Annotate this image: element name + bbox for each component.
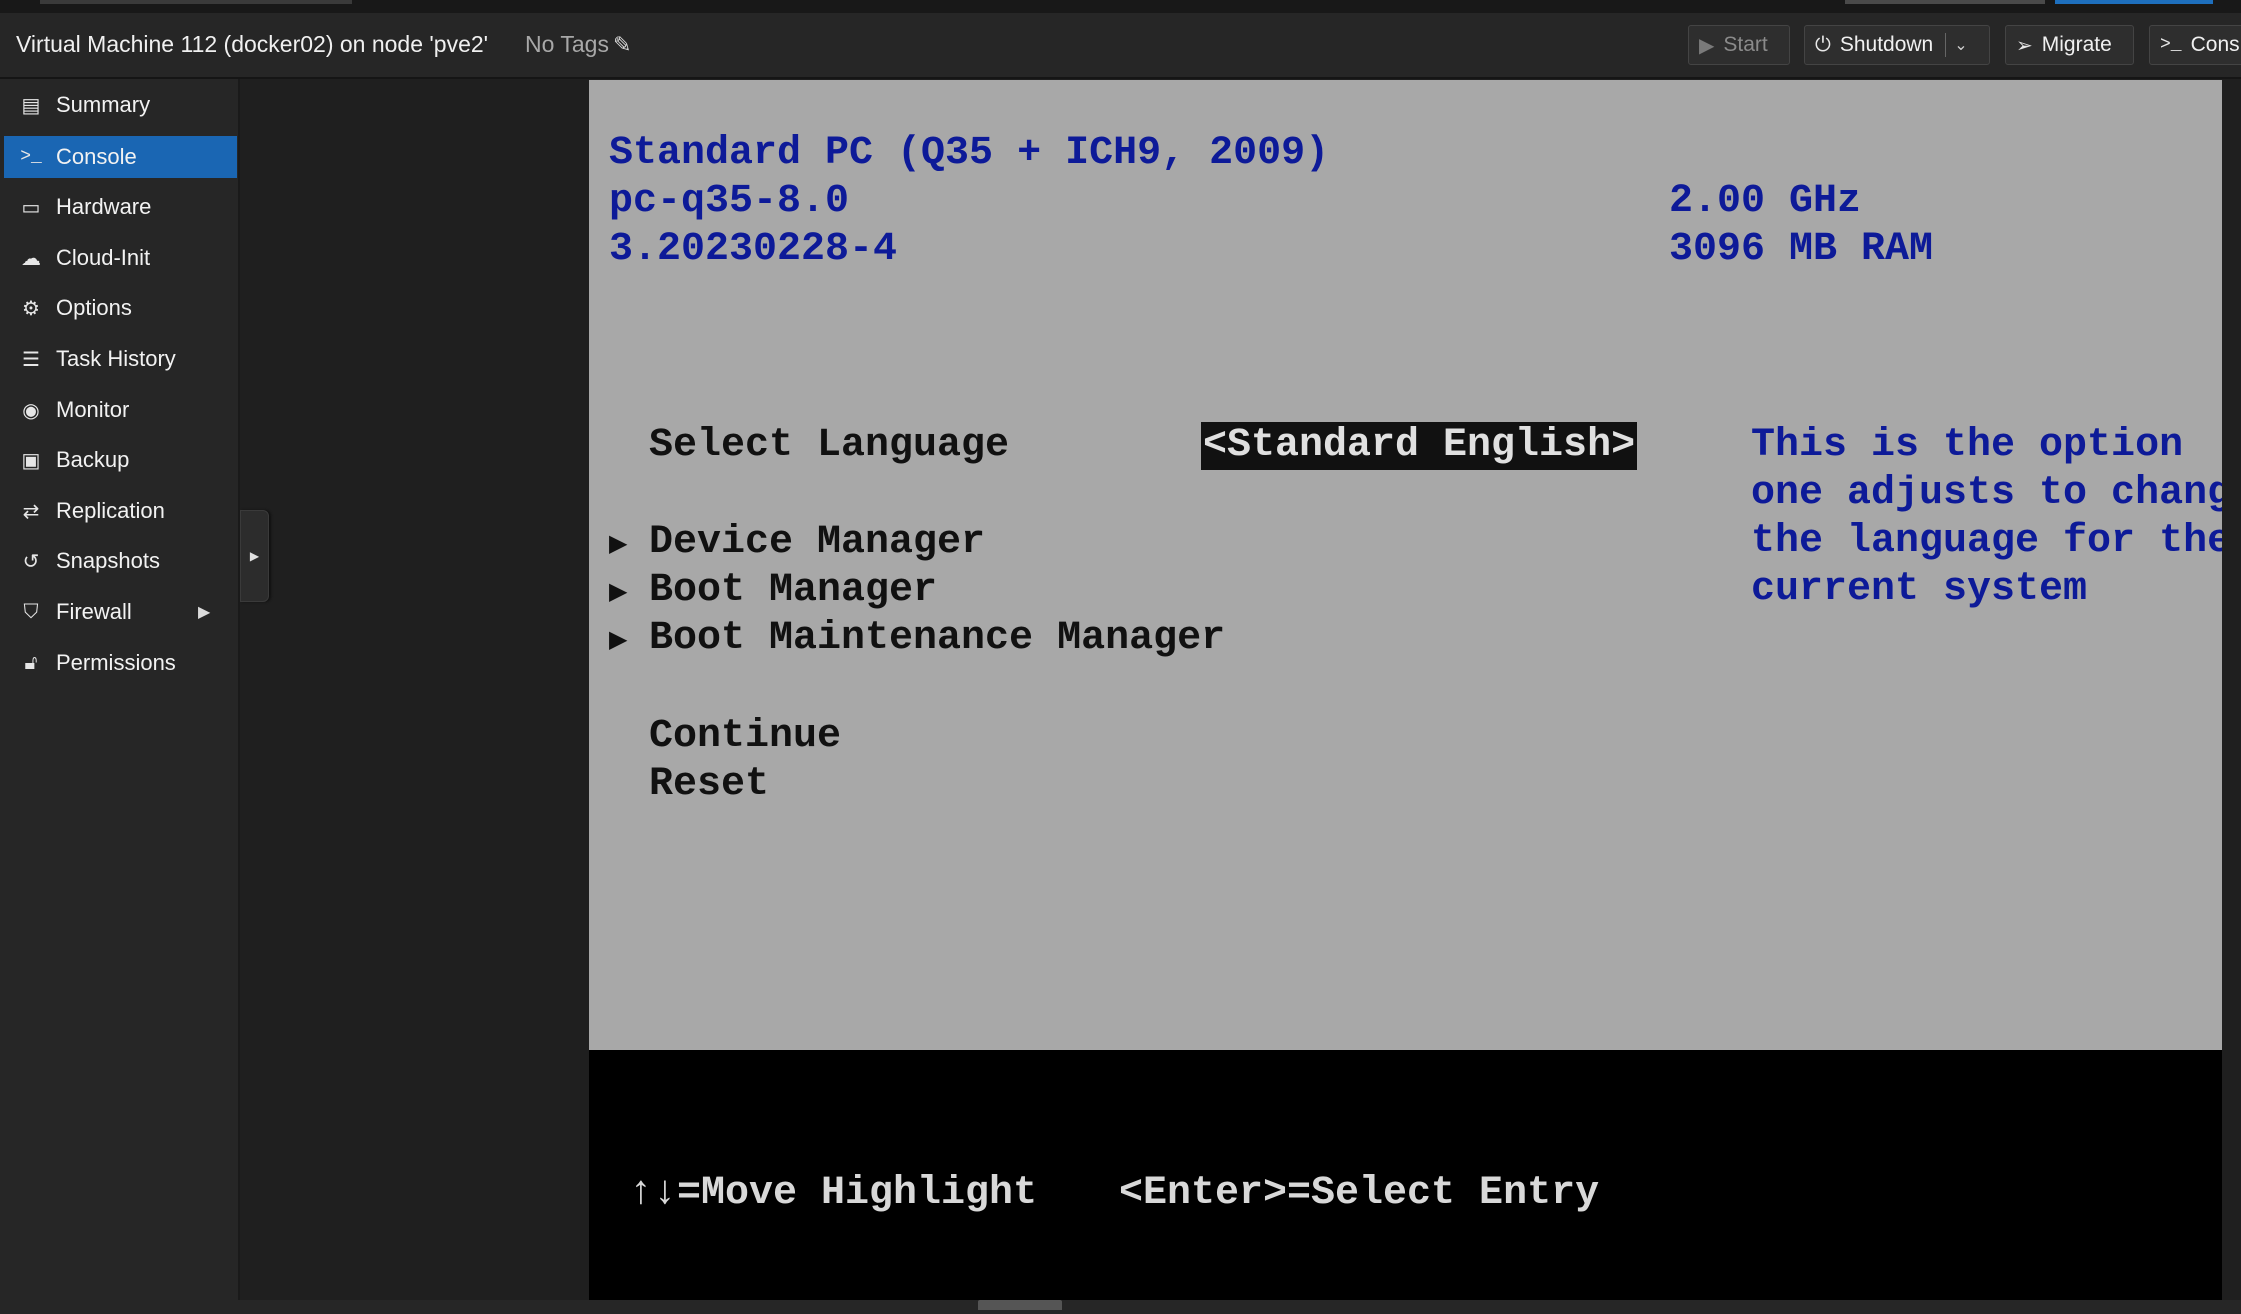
machine-type: pc-q35-8.0 bbox=[609, 179, 850, 224]
sidebar-item-firewall[interactable]: ⛉ Firewall ▶ bbox=[4, 591, 237, 633]
sidebar-item-label: Firewall bbox=[56, 599, 132, 624]
sidebar-item-label: Console bbox=[56, 144, 137, 169]
start-button[interactable]: ▶ Start bbox=[1688, 25, 1790, 65]
shutdown-button[interactable]: ⏻ Shutdown ⌄ bbox=[1804, 25, 1990, 65]
sidebar-item-console[interactable]: >_ Console bbox=[4, 136, 237, 178]
sidebar-item-replication[interactable]: ⇄ Replication bbox=[4, 490, 237, 532]
floppy-icon: ▣ bbox=[21, 449, 41, 472]
help-text-line: one adjusts to change bbox=[1751, 471, 2241, 516]
top-tab-active[interactable] bbox=[2055, 0, 2213, 4]
sidebar-item-permissions[interactable]: 🔓︎ Permissions bbox=[4, 642, 237, 684]
expand-arrow-icon[interactable]: ▶ bbox=[198, 602, 210, 622]
book-icon: ▤ bbox=[21, 94, 41, 117]
sidebar-item-label: Monitor bbox=[56, 397, 130, 422]
sidebar-item-label: Permissions bbox=[56, 650, 176, 675]
sidebar-item-monitor[interactable]: ◉ Monitor bbox=[4, 389, 237, 431]
help-text-line: This is the option bbox=[1751, 423, 2184, 468]
sidebar-item-label: Hardware bbox=[56, 194, 152, 219]
sidebar-item-summary[interactable]: ▤ Summary bbox=[4, 84, 237, 126]
sidebar-item-label: Cloud-Init bbox=[56, 245, 151, 270]
sidebar-item-task-history[interactable]: ☰ Task History bbox=[4, 338, 237, 380]
play-icon: ▶ bbox=[1699, 34, 1715, 57]
sidebar-item-cloud-init[interactable]: ☁ Cloud-Init bbox=[4, 237, 237, 279]
list-icon: ☰ bbox=[22, 348, 40, 371]
triangle-right-icon: ▶ bbox=[609, 530, 628, 557]
triangle-right-icon: ▶ bbox=[609, 626, 628, 653]
terminal-icon: >_ bbox=[2160, 35, 2182, 55]
sidebar-item-snapshots[interactable]: ↺ Snapshots bbox=[4, 540, 237, 582]
collapse-handle[interactable]: ▶ bbox=[240, 510, 269, 602]
right-edge bbox=[2222, 79, 2241, 1300]
top-strip bbox=[0, 0, 2241, 13]
machine-name: Standard PC (Q35 + ICH9, 2009) bbox=[609, 131, 1330, 176]
console-button[interactable]: >_ Cons bbox=[2149, 25, 2241, 65]
firmware-version: 3.20230228-4 bbox=[609, 227, 898, 272]
sidebar-item-label: Options bbox=[56, 295, 132, 320]
sidebar-item-label: Replication bbox=[56, 498, 165, 523]
console-label: Cons bbox=[2190, 33, 2240, 56]
menu-device-manager[interactable]: Device Manager bbox=[649, 519, 985, 567]
select-language-label[interactable]: Select Language bbox=[649, 422, 1009, 470]
sidebar-item-hardware[interactable]: ▭ Hardware bbox=[4, 186, 237, 228]
bottom-drawer-handle[interactable] bbox=[978, 1300, 1062, 1310]
menu-boot-maintenance-manager[interactable]: Boot Maintenance Manager bbox=[649, 615, 1225, 663]
page-title: Virtual Machine 112 (docker02) on node '… bbox=[16, 31, 489, 57]
tags-label: No Tags bbox=[525, 31, 609, 57]
footer-move-hint: ↑↓=Move Highlight bbox=[629, 1171, 1038, 1216]
caret-right-icon: ▶ bbox=[249, 549, 260, 563]
start-label: Start bbox=[1723, 33, 1768, 56]
eye-icon: ◉ bbox=[22, 399, 40, 422]
sidebar-item-backup[interactable]: ▣ Backup bbox=[4, 439, 237, 481]
power-icon: ⏻ bbox=[1815, 33, 1831, 56]
continue-option[interactable]: Continue bbox=[649, 713, 841, 761]
cpu-speed: 2.00 GHz bbox=[1669, 179, 1862, 224]
bios-setup-area: Standard PC (Q35 + ICH9, 2009) pc-q35-8.… bbox=[589, 80, 2241, 1050]
ram-size: 3096 MB RAM bbox=[1669, 227, 1934, 272]
tags-editor[interactable]: No Tags ✎ bbox=[525, 31, 631, 58]
migrate-label: Migrate bbox=[2041, 33, 2112, 56]
console-gutter bbox=[240, 79, 589, 1300]
sidebar-item-options[interactable]: ⚙ Options bbox=[4, 287, 237, 329]
top-tab[interactable] bbox=[1845, 0, 2045, 4]
unlock-icon: 🔓︎ bbox=[24, 651, 38, 674]
pencil-icon[interactable]: ✎ bbox=[613, 32, 631, 57]
chevron-down-icon[interactable]: ⌄ bbox=[1954, 35, 1967, 55]
monitor-icon: ▭ bbox=[21, 196, 41, 219]
sidebar: ▤ Summary >_ Console ▭ Hardware ☁ Cloud-… bbox=[0, 79, 240, 1300]
sidebar-item-label: Snapshots bbox=[56, 548, 160, 573]
paper-plane-icon: ➢ bbox=[2016, 34, 2033, 57]
vm-console-screen[interactable]: Standard PC (Q35 + ICH9, 2009) pc-q35-8.… bbox=[589, 80, 2241, 1300]
sidebar-item-label: Task History bbox=[56, 346, 176, 371]
language-value[interactable]: <Standard English> bbox=[1201, 422, 1638, 470]
migrate-button[interactable]: ➢ Migrate bbox=[2005, 25, 2134, 65]
help-text-line: current system bbox=[1751, 567, 2088, 612]
cloud-icon: ☁ bbox=[21, 247, 41, 270]
menu-boot-manager[interactable]: Boot Manager bbox=[649, 567, 937, 615]
top-tab[interactable] bbox=[40, 0, 352, 4]
footer-select-hint: <Enter>=Select Entry bbox=[1119, 1171, 1600, 1216]
retweet-icon: ⇄ bbox=[22, 500, 40, 523]
history-icon: ↺ bbox=[22, 550, 40, 573]
split-divider bbox=[1945, 33, 1947, 57]
reset-option[interactable]: Reset bbox=[649, 761, 769, 809]
shutdown-label: Shutdown bbox=[1839, 33, 1934, 56]
sidebar-item-label: Backup bbox=[56, 447, 130, 472]
vm-header: Virtual Machine 112 (docker02) on node '… bbox=[0, 13, 2241, 79]
gear-icon: ⚙ bbox=[22, 297, 40, 320]
terminal-icon: >_ bbox=[20, 147, 42, 167]
bottom-bar bbox=[0, 1300, 2241, 1314]
shield-icon: ⛉ bbox=[23, 600, 39, 623]
sidebar-item-label: Summary bbox=[56, 92, 151, 117]
help-text-line: the language for the bbox=[1751, 519, 2232, 564]
triangle-right-icon: ▶ bbox=[609, 578, 628, 605]
